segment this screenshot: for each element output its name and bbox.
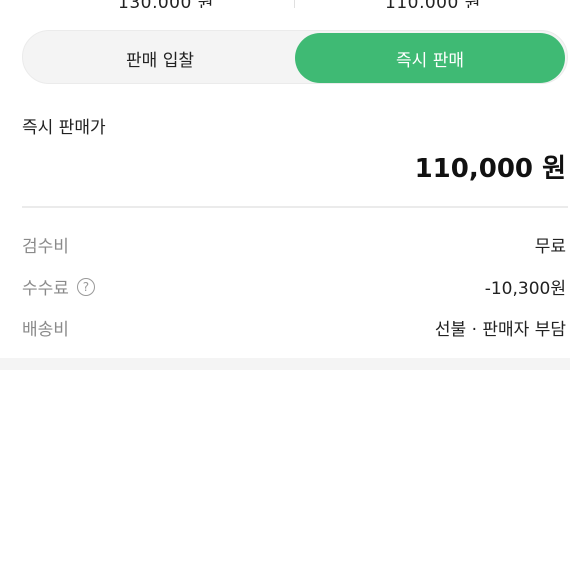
instant-sell-price-amount: 110,000 원 [414,154,566,184]
cut-off-price-right: 110,000 원 [385,0,481,8]
sell-type-toggle: 판매 입찰 즉시 판매 [22,30,568,84]
shipping-fee-value: 선불 · 판매자 부담 [434,320,566,340]
cut-off-price-left: 130,000 원 [118,0,214,8]
fee-row-shipping: 배송비 선불 · 판매자 부담 [22,311,568,341]
tab-sell-bid[interactable]: 판매 입찰 [25,33,295,83]
commission-fee-value: -10,300원 [484,279,566,299]
commission-fee-label: 수수료 ? [22,274,95,299]
instant-sell-price-label: 즉시 판매가 [22,118,106,138]
inspection-fee-value: 무료 [534,237,566,257]
fee-row-commission: 수수료 ? -10,300원 [22,270,568,300]
shipping-fee-label: 배송비 [22,320,69,340]
inspection-fee-label: 검수비 [22,237,69,257]
help-question-icon[interactable]: ? [76,277,95,296]
previous-section-cutoff: 130,000 원 110,000 원 [0,0,570,8]
tab-instant-sell[interactable]: 즉시 판매 [295,33,565,83]
vertical-divider [294,0,295,8]
section-gap-band [0,358,570,370]
fee-row-inspection: 검수비 무료 [22,228,568,258]
section-divider [22,206,568,208]
